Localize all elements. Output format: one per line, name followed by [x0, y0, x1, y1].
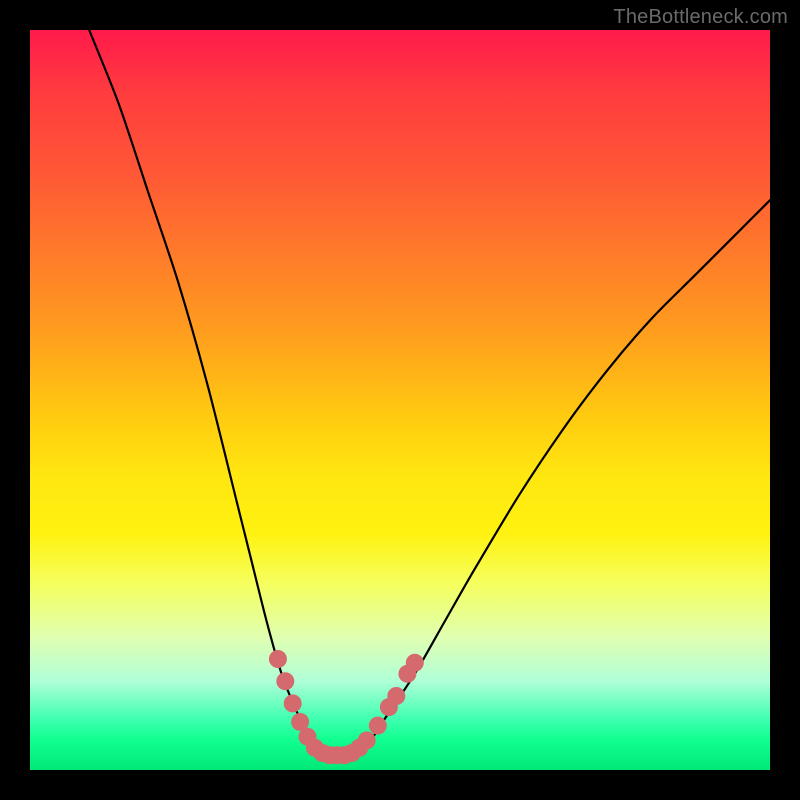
curve-marker: [306, 739, 324, 757]
curve-marker: [299, 728, 317, 746]
curve-marker: [387, 687, 405, 705]
curve-marker: [343, 744, 361, 762]
chart-svg: [30, 30, 770, 770]
curve-marker: [276, 672, 294, 690]
curve-markers: [269, 650, 424, 764]
curve-marker: [321, 746, 339, 764]
curve-marker: [406, 654, 424, 672]
curve-marker: [380, 698, 398, 716]
curve-marker: [328, 746, 346, 764]
curve-marker: [291, 713, 309, 731]
watermark-text: TheBottleneck.com: [613, 6, 788, 29]
curve-marker: [313, 744, 331, 762]
curve-marker: [398, 665, 416, 683]
plot-area: [30, 30, 770, 770]
curve-marker: [358, 731, 376, 749]
curve-marker: [269, 650, 287, 668]
bottleneck-curve: [89, 30, 770, 755]
curve-marker: [336, 746, 354, 764]
curve-marker: [284, 694, 302, 712]
curve-marker: [369, 717, 387, 735]
curve-marker: [350, 739, 368, 757]
